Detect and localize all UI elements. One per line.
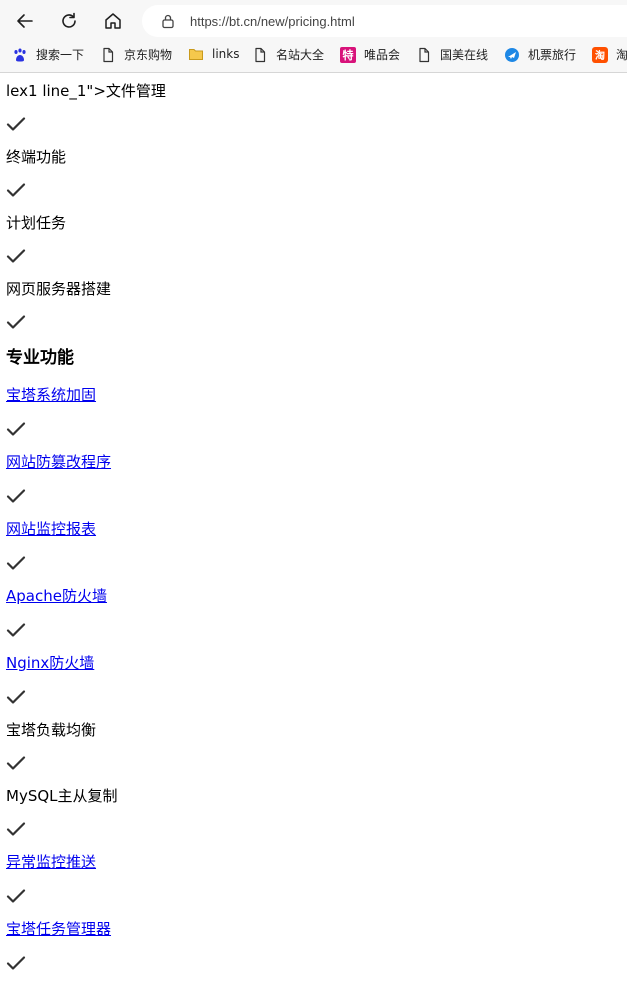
checkmark-icon xyxy=(6,314,26,329)
feature-row[interactable]: 宝塔系统加固 xyxy=(6,378,627,412)
page-icon xyxy=(416,47,432,63)
checkmark-icon xyxy=(6,182,26,197)
page-content: lex1 line_1">文件管理 终端功能计划任务网页服务器搭建 专业功能 宝塔… xyxy=(0,74,627,979)
feature-link[interactable]: 异常监控推送 xyxy=(6,853,96,871)
feature-row[interactable]: Nginx防火墙 xyxy=(6,646,627,680)
bookmark-label: 淘 xyxy=(616,48,627,62)
bookmark-label: 唯品会 xyxy=(364,48,401,62)
checkmark-icon xyxy=(6,755,26,770)
feature-check xyxy=(6,613,627,646)
bookmark-item[interactable]: 名站大全 xyxy=(252,46,324,63)
address-bar[interactable]: https://bt.cn/new/pricing.html xyxy=(142,5,627,37)
bookmark-item[interactable]: 机票旅行 xyxy=(504,46,576,63)
checkmark-icon xyxy=(6,488,26,503)
feature-label: 宝塔负载均衡 xyxy=(6,720,97,739)
feature-row: 计划任务 xyxy=(6,206,627,239)
home-icon xyxy=(105,13,121,29)
checkmark-icon xyxy=(6,622,26,637)
bookmark-label: 搜索一下 xyxy=(36,48,85,62)
bookmark-label: 国美在线 xyxy=(440,48,489,62)
page-icon xyxy=(100,47,116,63)
feature-link[interactable]: 网站防篡改程序 xyxy=(6,453,111,471)
back-button[interactable] xyxy=(8,4,42,38)
feature-check xyxy=(6,812,627,845)
reload-button[interactable] xyxy=(52,4,86,38)
checkmark-icon xyxy=(6,421,26,436)
bookmark-label: 京东购物 xyxy=(124,48,173,62)
feature-row: lex1 line_1">文件管理 xyxy=(6,74,627,107)
reload-icon xyxy=(62,12,76,28)
bookmark-item[interactable]: 特 唯品会 xyxy=(340,46,400,63)
feature-link[interactable]: 网站监控报表 xyxy=(6,520,96,538)
feature-row: 网页服务器搭建 xyxy=(6,272,627,305)
folder-icon xyxy=(188,46,204,62)
feature-check xyxy=(6,173,627,206)
feature-link[interactable]: 宝塔系统加固 xyxy=(6,386,96,404)
feature-check xyxy=(6,746,627,779)
feature-check xyxy=(6,239,627,272)
bookmark-label: 机票旅行 xyxy=(528,48,577,62)
url-text[interactable]: https://bt.cn/new/pricing.html xyxy=(190,14,355,29)
feature-check xyxy=(6,107,627,140)
feature-link[interactable]: 宝塔任务管理器 xyxy=(6,920,111,938)
feature-check xyxy=(6,305,627,338)
bookmark-item[interactable]: 淘 淘 xyxy=(592,46,627,63)
feature-label: 终端功能 xyxy=(6,147,67,166)
section-title: 专业功能 xyxy=(6,347,74,368)
vip-te-icon: 特 xyxy=(340,46,356,63)
checkmark-icon xyxy=(6,248,26,263)
feature-row[interactable]: 网站监控报表 xyxy=(6,512,627,546)
feature-check xyxy=(6,680,627,713)
feature-link[interactable]: Apache防火墙 xyxy=(6,587,107,605)
baidu-paw-icon xyxy=(12,47,28,63)
checkmark-icon xyxy=(6,821,26,836)
feature-check xyxy=(6,546,627,579)
bookmark-label: 名站大全 xyxy=(276,48,325,62)
arrow-left-icon xyxy=(17,14,33,28)
basic-features-list: lex1 line_1">文件管理 终端功能计划任务网页服务器搭建 xyxy=(6,74,627,338)
feature-check xyxy=(6,946,627,979)
feature-row[interactable]: 异常监控推送 xyxy=(6,845,627,879)
checkmark-icon xyxy=(6,689,26,704)
feature-check xyxy=(6,879,627,912)
browser-toolbar: https://bt.cn/new/pricing.html xyxy=(0,0,627,42)
bookmark-item[interactable]: 搜索一下 xyxy=(12,46,84,63)
lock-icon xyxy=(162,14,174,29)
checkmark-icon xyxy=(6,955,26,970)
feature-row[interactable]: 网站防篡改程序 xyxy=(6,445,627,479)
feature-row: MySQL主从复制 xyxy=(6,779,627,812)
feature-label: lex1 line_1">文件管理 xyxy=(6,81,166,100)
bookmark-item[interactable]: 京东购物 xyxy=(100,46,172,63)
checkmark-icon xyxy=(6,888,26,903)
flight-icon xyxy=(504,47,520,63)
checkmark-icon xyxy=(6,555,26,570)
feature-row: 宝塔负载均衡 xyxy=(6,713,627,746)
feature-label: 网页服务器搭建 xyxy=(6,279,112,298)
bookmark-item[interactable]: links xyxy=(188,46,239,62)
page-icon xyxy=(252,47,268,63)
feature-label: 计划任务 xyxy=(6,213,67,232)
checkmark-icon xyxy=(6,116,26,131)
bookmarks-bar: 搜索一下 京东购物 links 名站大全 特 唯品会 国美在线 机票旅行 淘 淘 xyxy=(0,42,627,73)
feature-check xyxy=(6,479,627,512)
taobao-icon: 淘 xyxy=(592,46,608,63)
feature-link[interactable]: Nginx防火墙 xyxy=(6,654,94,672)
home-button[interactable] xyxy=(96,4,130,38)
pro-features-list: 宝塔系统加固 网站防篡改程序 网站监控报表 Apache防火墙 Nginx防火墙 宝塔负载… xyxy=(6,378,627,979)
feature-row: 终端功能 xyxy=(6,140,627,173)
feature-label: MySQL主从复制 xyxy=(6,786,118,805)
feature-row[interactable]: 宝塔任务管理器 xyxy=(6,912,627,946)
bookmark-item[interactable]: 国美在线 xyxy=(416,46,488,63)
feature-row[interactable]: Apache防火墙 xyxy=(6,579,627,613)
feature-check xyxy=(6,412,627,445)
bookmark-label: links xyxy=(212,47,240,61)
